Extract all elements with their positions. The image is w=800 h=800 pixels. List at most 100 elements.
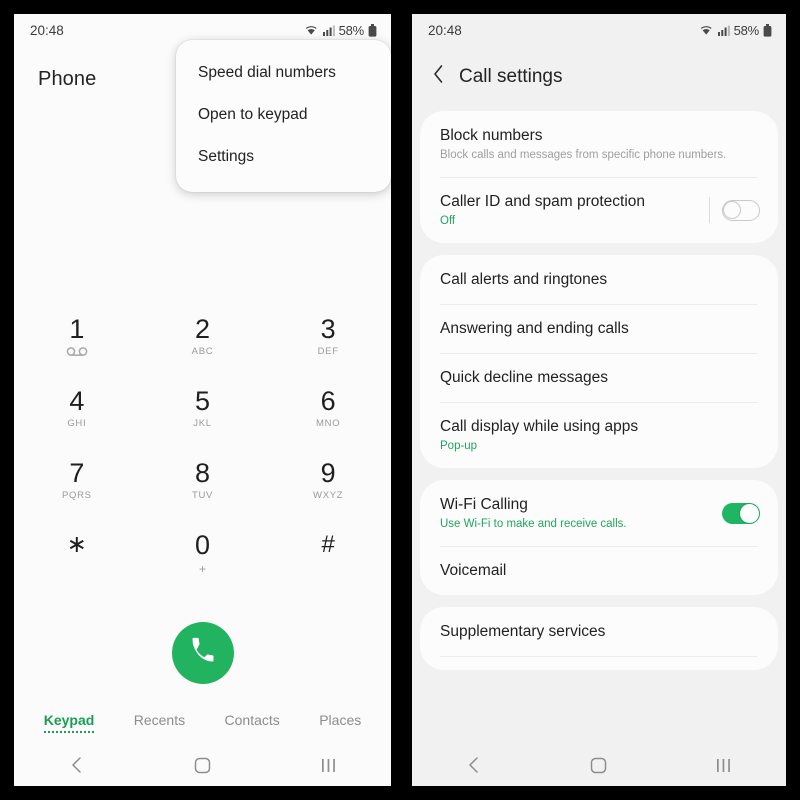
dialpad-key-5[interactable]: 5 JKL [140,386,266,432]
nav-recents-icon[interactable] [715,757,732,774]
settings-group-4: Supplementary services [420,607,778,670]
cellular-signal-icon [717,24,730,36]
setting-row-block-numbers[interactable]: Block numbers Block calls and messages f… [420,111,778,177]
wifi-icon [699,24,714,36]
tab-label: Places [319,712,362,728]
row-subtitle: Off [440,215,456,227]
nav-home-icon[interactable] [194,757,211,774]
key-digit: 4 [69,386,85,416]
key-letters: ABC [191,346,214,357]
row-text: Block numbers Block calls and messages f… [440,125,760,163]
settings-group-3: Wi-Fi Calling Use Wi-Fi to make and rece… [420,480,778,595]
dialpad-key-6[interactable]: 6 MNO [265,386,391,432]
dialpad-key-3[interactable]: 3 DEF [265,314,391,360]
battery-percent-label: 58% [338,22,365,38]
dialpad: 1 2 ABC 3 DEF 4 GHI 5 JKL 6 MNO 7 PQRS 8… [14,314,391,576]
row-title: Wi-Fi Calling [440,496,528,513]
nav-home-icon[interactable] [590,757,607,774]
toggle-area [722,502,760,524]
row-title: Call display while using apps [440,418,639,435]
setting-row-answering-ending[interactable]: Answering and ending calls [420,304,778,353]
key-letters: DEF [317,346,339,357]
nav-recents-icon[interactable] [320,757,337,774]
key-digit: 1 [69,314,85,344]
row-text: Supplementary services [440,621,760,642]
dialpad-key-1[interactable]: 1 [14,314,140,360]
dialpad-key-8[interactable]: 8 TUV [140,458,266,504]
phone-handset-icon [189,637,217,670]
overflow-menu-popup: Speed dial numbers Open to keypad Settin… [176,40,391,192]
status-bar-right: 20:48 58% [412,14,786,46]
setting-row-quick-decline[interactable]: Quick decline messages [420,353,778,402]
row-text: Caller ID and spam protection Off [440,191,699,229]
chevron-left-icon[interactable] [432,64,445,89]
key-digit: 3 [320,314,336,344]
setting-row-supplementary-services[interactable]: Supplementary services [420,607,778,656]
key-plus: + [198,562,206,576]
key-digit: 0 [194,530,210,560]
setting-row-caller-id-spam[interactable]: Caller ID and spam protection Off [420,177,778,243]
dialpad-key-4[interactable]: 4 GHI [14,386,140,432]
setting-row-clipped[interactable] [420,656,778,670]
tab-recents[interactable]: Recents [134,712,185,732]
toggle-area [709,197,760,223]
wifi-calling-toggle[interactable] [722,502,760,524]
row-subtitle: Pop-up [440,440,478,452]
setting-row-voicemail[interactable]: Wi-Fi Calling Voicemail [420,546,778,595]
toggle-knob [740,503,759,523]
dialpad-key-9[interactable]: 9 WXYZ [265,458,391,504]
row-title: Supplementary services [440,623,606,640]
nav-back-icon[interactable] [69,756,85,774]
nav-back-icon[interactable] [466,756,482,774]
dialpad-key-2[interactable]: 2 ABC [140,314,266,360]
row-title: Block numbers [440,127,543,144]
row-text: Quick decline messages [440,367,760,388]
key-letters: GHI [67,418,87,429]
status-indicators: 58% [699,23,772,38]
battery-icon [763,23,772,37]
key-letters: JKL [193,418,212,429]
key-digit: 2 [194,314,210,344]
dialpad-key-7[interactable]: 7 PQRS [14,458,140,504]
wifi-icon [304,24,319,36]
row-title: Call alerts and ringtones [440,271,608,288]
key-digit: ∗ [66,531,87,558]
caller-id-toggle[interactable] [722,199,760,221]
dialpad-key-hash[interactable]: # [265,530,391,576]
setting-row-call-alerts[interactable]: Call alerts and ringtones [420,255,778,304]
tab-places[interactable]: Places [319,712,361,732]
dialpad-key-star[interactable]: ∗ [14,530,140,576]
key-digit: 9 [320,458,336,488]
row-title: Caller ID and spam protection [440,193,646,210]
tab-contacts[interactable]: Contacts [225,712,280,732]
voicemail-icon [66,347,88,356]
menu-item-open-to-keypad[interactable]: Open to keypad [176,94,391,136]
battery-icon [368,23,377,37]
status-indicators: 58% [304,23,377,38]
key-digit: 5 [194,386,210,416]
settings-group-1: Block numbers Block calls and messages f… [420,111,778,243]
key-digit: 8 [194,458,210,488]
row-text: Answering and ending calls [440,318,760,339]
key-digit: 7 [69,458,85,488]
settings-header: Call settings [412,46,786,111]
setting-row-call-display[interactable]: Call display while using apps Pop-up [420,402,778,468]
key-letters: MNO [316,418,341,429]
key-digit: # [321,531,335,558]
row-title: Voicemail [440,562,507,579]
key-letters: TUV [191,490,214,501]
setting-row-wifi-calling[interactable]: Wi-Fi Calling Use Wi-Fi to make and rece… [420,480,778,546]
screenshot-stage: 20:48 58% Phone Speed dial numbers Open … [0,0,800,800]
page-title: Call settings [459,65,563,87]
call-button[interactable] [171,622,234,684]
status-clock: 20:48 [428,22,462,38]
menu-item-settings[interactable]: Settings [176,136,391,178]
tab-keypad[interactable]: Keypad [43,712,95,737]
row-text: Wi-Fi Calling Use Wi-Fi to make and rece… [440,494,712,532]
menu-item-speed-dial[interactable]: Speed dial numbers [176,52,391,94]
dialpad-key-0[interactable]: 0 + [140,530,266,576]
row-text: Wi-Fi Calling Voicemail [440,560,760,581]
android-nav-bar-left [14,744,391,786]
row-title: Quick decline messages [440,369,608,386]
battery-percent-label: 58% [733,22,760,38]
